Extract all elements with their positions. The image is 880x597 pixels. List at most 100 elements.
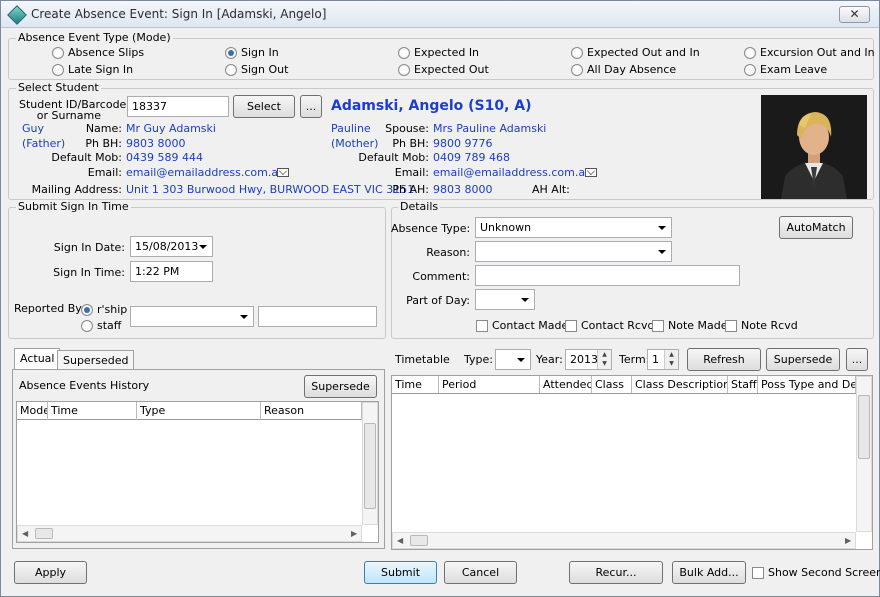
apply-button[interactable]: Apply <box>14 561 87 584</box>
tab-superseded[interactable]: Superseded <box>57 350 135 370</box>
history-title: Absence Events History <box>19 379 150 392</box>
timetable-col-staff[interactable]: Staff <box>728 376 758 393</box>
radio-expected-out-and-in[interactable]: Expected Out and In <box>571 46 700 59</box>
scrollbar-thumb[interactable] <box>35 528 53 539</box>
radio-reported-rship[interactable]: r'ship <box>81 303 127 316</box>
show-second-screen-checkbox[interactable]: Show Second Screen <box>752 566 880 579</box>
reported-by-combo[interactable] <box>130 306 254 327</box>
timetable-year-value: 2013 <box>570 353 598 366</box>
history-horizontal-scrollbar[interactable]: ◀ ▶ <box>17 525 362 542</box>
parent1-address-label: Mailing Address: <box>31 183 122 196</box>
scrollbar-thumb[interactable] <box>410 535 428 546</box>
timetable-col-class[interactable]: Class <box>592 376 632 393</box>
sign-in-date-picker[interactable]: 15/08/2013 <box>130 236 213 257</box>
sign-in-date-label: Sign In Date: <box>53 241 125 254</box>
reported-by-input[interactable] <box>258 306 377 327</box>
history-vertical-scrollbar[interactable] <box>362 402 378 525</box>
checkbox-icon <box>725 319 737 332</box>
note-made-checkbox[interactable]: Note Made <box>652 319 728 332</box>
radio-expected-out[interactable]: Expected Out <box>398 63 489 76</box>
dropdown-arrow-icon <box>521 298 529 302</box>
timetable-type-combo[interactable] <box>495 349 531 370</box>
scrollbar-thumb[interactable] <box>858 395 870 459</box>
scroll-left-icon[interactable]: ◀ <box>397 536 403 545</box>
radio-reported-staff[interactable]: staff <box>81 319 121 332</box>
radio-expected-in[interactable]: Expected In <box>398 46 479 59</box>
timetable-supersede-button[interactable]: Supersede <box>766 348 840 371</box>
note-rcvd-checkbox[interactable]: Note Rcvd <box>725 319 798 332</box>
timetable-grid[interactable]: Time Period Attended Class Class Descrip… <box>391 375 873 550</box>
timetable-col-class-description[interactable]: Class Description <box>632 376 728 393</box>
history-col-mode[interactable]: Mode <box>17 402 48 420</box>
submit-button[interactable]: Submit <box>364 561 437 584</box>
radio-selected-icon <box>81 303 93 316</box>
comment-input[interactable] <box>475 265 740 286</box>
radio-sign-out[interactable]: Sign Out <box>225 63 288 76</box>
history-col-reason[interactable]: Reason <box>261 402 362 420</box>
radio-late-sign-in[interactable]: Late Sign In <box>52 63 133 76</box>
spinner-up-down-icon[interactable]: ▲ ▼ <box>597 350 611 369</box>
radio-icon <box>398 63 410 76</box>
timetable-col-time[interactable]: Time <box>392 376 439 393</box>
parent2-email-label: Email: <box>394 166 429 179</box>
refresh-button[interactable]: Refresh <box>687 348 761 371</box>
timetable-year-label: Year: <box>536 353 563 366</box>
tab-actual[interactable]: Actual <box>14 348 61 370</box>
history-col-time[interactable]: Time <box>48 402 137 420</box>
timetable-term-spinner[interactable]: 1 ▲ ▼ <box>647 349 679 370</box>
radio-sign-in[interactable]: Sign In <box>225 46 279 59</box>
student-id-input[interactable]: 18337 <box>127 96 229 117</box>
scroll-left-icon[interactable]: ◀ <box>22 529 28 538</box>
scroll-right-icon[interactable]: ▶ <box>845 536 851 545</box>
bulk-add-button[interactable]: Bulk Add... <box>672 561 746 584</box>
sign-in-time-group-title: Submit Sign In Time <box>16 200 131 213</box>
parent1-email-label: Email: <box>87 166 122 179</box>
close-button[interactable]: ✕ <box>839 6 870 23</box>
scroll-right-icon[interactable]: ▶ <box>351 529 357 538</box>
scrollbar-thumb[interactable] <box>364 423 376 509</box>
timetable-header-row: Time Period Attended Class Class Descrip… <box>392 376 856 394</box>
reason-combo[interactable] <box>475 241 672 262</box>
radio-absence-slips[interactable]: Absence Slips <box>52 46 144 59</box>
sign-in-time-input[interactable]: 1:22 PM <box>130 261 213 282</box>
contact-rcvd-checkbox[interactable]: Contact Rcvd <box>565 319 654 332</box>
radio-excursion-out-and-in[interactable]: Excursion Out and In <box>744 46 875 59</box>
cancel-button[interactable]: Cancel <box>444 561 517 584</box>
timetable-more-button[interactable]: ... <box>846 348 868 371</box>
parent1-email[interactable]: email@emailaddress.com.au <box>126 166 285 179</box>
radio-icon <box>744 46 756 59</box>
timetable-col-period[interactable]: Period <box>439 376 540 393</box>
history-col-type[interactable]: Type <box>137 402 261 420</box>
checkbox-label: Show Second Screen <box>768 566 880 579</box>
timetable-col-poss-type[interactable]: Poss Type and Desc <box>758 376 856 393</box>
parent1-email-icon[interactable] <box>277 168 289 177</box>
timetable-horizontal-scrollbar[interactable]: ◀ ▶ <box>392 532 856 549</box>
timetable-col-attended[interactable]: Attended <box>540 376 592 393</box>
contact-made-checkbox[interactable]: Contact Made <box>476 319 568 332</box>
radio-label: r'ship <box>97 303 128 316</box>
history-grid[interactable]: Mode Time Type Reason ◀ ▶ <box>16 401 379 543</box>
timetable-vertical-scrollbar[interactable] <box>856 376 872 532</box>
spinner-up-down-icon[interactable]: ▲ ▼ <box>664 350 678 369</box>
checkbox-icon <box>752 566 764 579</box>
select-student-button[interactable]: Select <box>233 95 295 118</box>
radio-exam-leave[interactable]: Exam Leave <box>744 63 827 76</box>
parent2-email-icon[interactable] <box>585 168 597 177</box>
student-more-button[interactable]: ... <box>300 95 322 118</box>
recur-button[interactable]: Recur... <box>569 561 663 584</box>
absence-type-combo[interactable]: Unknown <box>475 217 672 238</box>
timetable-type-label: Type: <box>464 353 493 366</box>
parent2-email[interactable]: email@emailaddress.com.au <box>433 166 592 179</box>
history-supersede-button[interactable]: Supersede <box>304 375 377 398</box>
automatch-button[interactable]: AutoMatch <box>779 216 853 239</box>
parent1-phbh: 9803 8000 <box>126 137 186 150</box>
radio-selected-icon <box>225 46 237 59</box>
timetable-year-spinner[interactable]: 2013 ▲ ▼ <box>565 349 612 370</box>
radio-all-day-absence[interactable]: All Day Absence <box>571 63 676 76</box>
select-student-group-title: Select Student <box>16 81 101 94</box>
radio-label: Absence Slips <box>68 46 145 59</box>
parent2-mob-label: Default Mob: <box>358 151 429 164</box>
part-of-day-combo[interactable] <box>475 289 535 310</box>
absence-type-label: Absence Type: <box>391 222 471 235</box>
radio-icon <box>571 63 583 76</box>
